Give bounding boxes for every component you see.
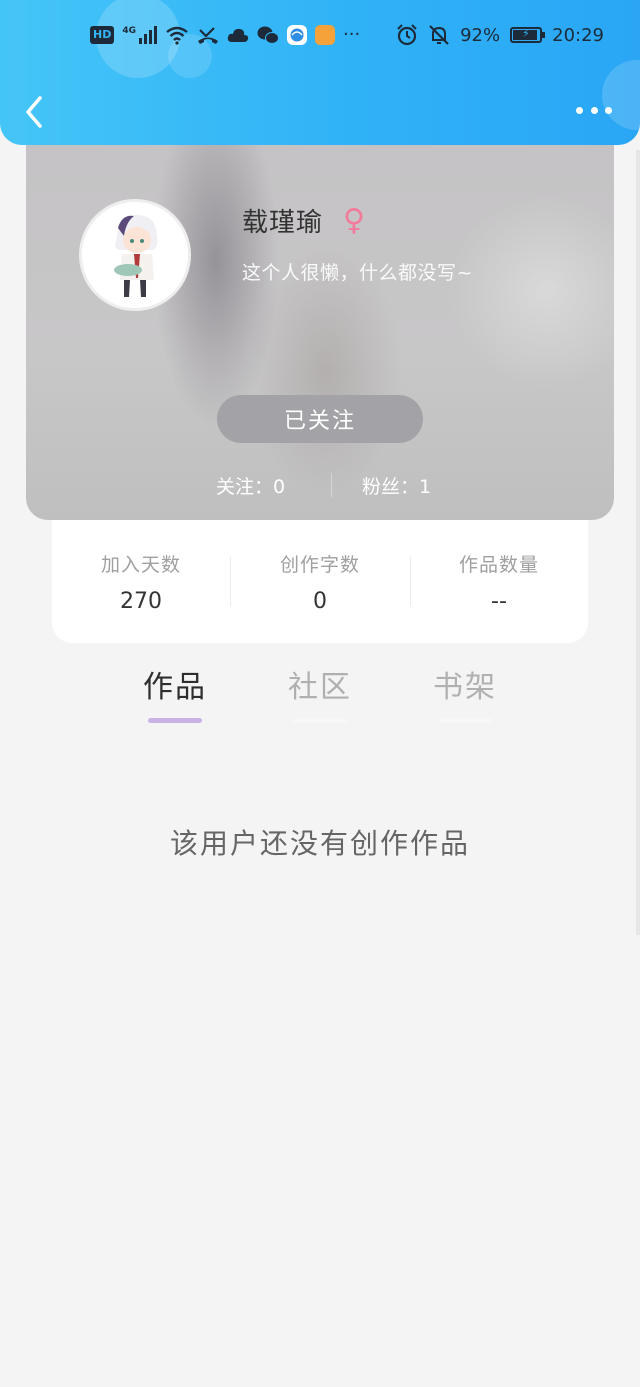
tab-community[interactable]: 社区 xyxy=(285,662,355,723)
stat-label: 创作字数 xyxy=(279,554,360,576)
stat-value: 0 xyxy=(313,589,327,614)
stat-works-count: 作品数量 -- xyxy=(410,550,588,614)
scrollbar[interactable] xyxy=(636,150,640,935)
avatar[interactable] xyxy=(79,199,191,311)
header-bar: HD 4G ··· 92% ⚡ 20:29 xyxy=(0,0,640,145)
user-name: 载瑾瑜 xyxy=(242,208,324,238)
tab-bookshelf[interactable]: 书架 xyxy=(430,662,500,723)
fans-label: 粉丝： xyxy=(362,476,420,498)
app-notification-icon xyxy=(315,24,335,45)
stat-label: 加入天数 xyxy=(100,554,181,576)
clock: 20:29 xyxy=(552,24,604,46)
cloud-icon xyxy=(227,28,249,42)
hd-badge: HD xyxy=(90,25,115,44)
more-notifications: ··· xyxy=(343,24,361,45)
follow-button[interactable]: 已关注 xyxy=(217,395,423,443)
divider xyxy=(331,473,332,497)
battery-percent: 92% xyxy=(460,24,501,46)
status-bar: HD 4G ··· 92% ⚡ 20:29 xyxy=(0,22,640,54)
browser-app-icon xyxy=(287,24,307,45)
mute-bell-icon xyxy=(429,25,449,45)
tab-label: 社区 xyxy=(288,670,352,705)
empty-state-message: 该用户还没有创作作品 xyxy=(169,827,470,860)
fans-value: 1 xyxy=(419,476,432,498)
stat-label: 作品数量 xyxy=(458,554,539,576)
alarm-icon xyxy=(397,24,417,46)
tab-indicator xyxy=(438,718,492,723)
back-button[interactable] xyxy=(20,92,50,132)
more-horizontal-icon xyxy=(576,106,583,114)
following-value: 0 xyxy=(273,476,286,498)
tab-label: 书架 xyxy=(433,670,497,705)
following-count[interactable]: 关注：0 xyxy=(216,472,285,499)
tab-label: 作品 xyxy=(143,670,207,705)
tab-works[interactable]: 作品 xyxy=(140,662,210,723)
name-row: 载瑾瑜 ♀ xyxy=(242,202,365,239)
user-bio: 这个人很懒，什么都没写~ xyxy=(242,262,473,284)
wifi-icon xyxy=(166,26,188,45)
avatar-image xyxy=(82,202,188,308)
female-icon: ♀ xyxy=(343,202,365,238)
more-button[interactable] xyxy=(576,98,612,122)
tab-active-indicator xyxy=(148,718,202,723)
stat-word-count: 创作字数 0 xyxy=(231,550,409,614)
wechat-icon xyxy=(257,26,279,44)
profile-card: 载瑾瑜 ♀ 这个人很懒，什么都没写~ 已关注 关注：0 粉丝：1 xyxy=(26,110,614,520)
stat-join-days: 加入天数 270 xyxy=(52,550,230,614)
battery-icon: ⚡ xyxy=(510,27,546,43)
stat-value: 270 xyxy=(120,589,162,614)
tab-indicator xyxy=(293,718,347,723)
network-type: 4G xyxy=(122,25,136,36)
stat-value: -- xyxy=(491,589,507,614)
missed-call-icon xyxy=(198,26,218,44)
cellular-signal-icon: 4G xyxy=(122,25,157,44)
follow-stats: 关注：0 粉丝：1 xyxy=(26,470,614,500)
stats-card: 加入天数 270 创作字数 0 作品数量 -- xyxy=(52,520,588,643)
following-label: 关注： xyxy=(216,476,274,498)
fans-count[interactable]: 粉丝：1 xyxy=(362,472,431,499)
chevron-left-icon xyxy=(26,96,42,128)
